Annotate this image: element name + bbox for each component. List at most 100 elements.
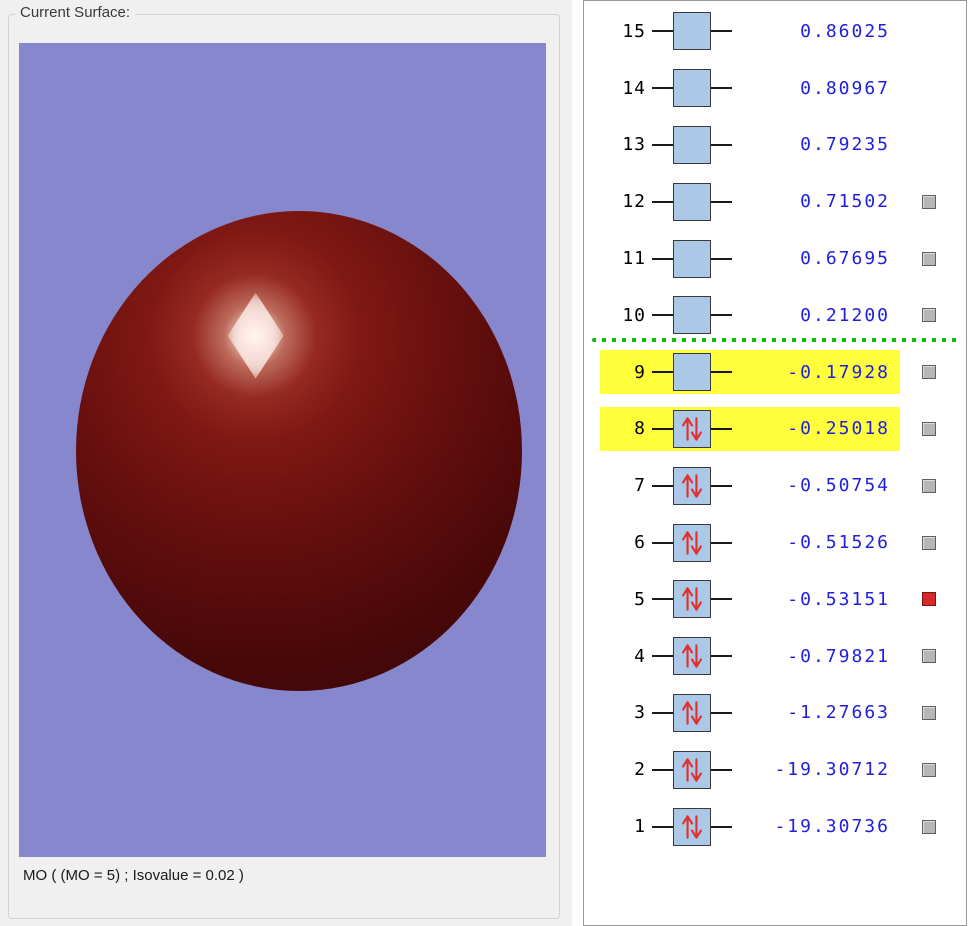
mo-index-label: 7 [634,475,646,497]
mo-checkbox-slot [922,24,936,38]
level-line-left [652,143,673,146]
level-line-right [711,87,732,90]
mo-energy-value: -0.53151 [787,588,890,610]
mo-select-checkbox[interactable] [922,365,936,380]
level-line-left [652,314,673,317]
mo-checkbox-slot [922,251,936,266]
mo-level-highlight-zone: 12 0.71502 [600,180,900,224]
mo-level-highlight-zone: 11 0.67695 [600,237,900,281]
mo-orbital-box[interactable] [673,807,711,846]
mo-level-row: 3 -1.27663 [584,685,966,742]
mo-orbital-box[interactable] [673,466,711,505]
level-line-right [711,655,732,658]
mo-level-highlight-zone: 9 -0.17928 [600,350,900,395]
electron-spin-up-down-arrows-icon [682,530,702,555]
mo-orbital-box[interactable] [673,693,711,732]
mo-select-checkbox[interactable] [922,308,936,323]
mo-select-checkbox[interactable] [922,194,936,209]
mo-checkbox-slot [922,138,936,152]
level-line-right [711,200,732,203]
mo-level-highlight-zone: 7 -0.50754 [600,464,900,508]
current-surface-groupbox: Current Surface: MO ( (MO = 5) ; Isovalu… [8,4,560,919]
mo-index-label: 2 [634,759,646,781]
mo-orbital-box[interactable] [673,12,711,51]
mo-checkbox-slot [922,705,936,720]
mo-checkbox-slot [922,81,936,95]
mo-orbital-box[interactable] [673,580,711,619]
mo-index-label: 15 [622,20,646,42]
level-line-left [652,598,673,601]
mo-orbital-box[interactable] [673,637,711,676]
mo-checkbox-slot [922,649,936,664]
level-line-left [652,87,673,90]
level-line-left [652,655,673,658]
level-line-left [652,484,673,487]
mo-select-checkbox[interactable] [922,535,936,550]
mo-select-checkbox[interactable] [922,251,936,266]
mo-orbital-box[interactable] [673,409,711,448]
level-line-left [652,825,673,828]
electron-spin-up-down-arrows-icon [682,701,702,725]
mo-select-checkbox[interactable] [922,762,936,777]
level-line-left [652,30,673,33]
mo-level-highlight-zone: 13 0.79235 [600,123,900,167]
mo-orbital-box[interactable] [673,69,711,108]
electron-spin-up-down-arrows-icon [682,814,702,839]
level-line-right [711,768,732,771]
mo-checkbox-slot [922,308,936,323]
level-line-right [711,541,732,544]
mo-orbital-box[interactable] [673,750,711,789]
mo-orbital-box[interactable] [673,125,711,164]
mo-energy-value: -1.27663 [787,702,890,724]
mo-index-label: 9 [634,361,646,383]
level-line-right [711,825,732,828]
mo-select-checkbox[interactable] [922,478,936,493]
mo-select-checkbox[interactable] [922,819,936,834]
level-line-right [711,427,732,430]
mo-energy-value: 0.71502 [800,191,890,213]
mo-level-highlight-zone: 6 -0.51526 [600,521,900,565]
surface-panel: Current Surface: MO ( (MO = 5) ; Isovalu… [0,0,572,926]
groupbox-label: Current Surface: [15,4,136,21]
mo-checkbox-slot [922,478,936,493]
mo-level-highlight-zone: 1 -19.30736 [600,805,900,849]
mo-select-checkbox[interactable] [922,592,936,607]
mo-select-checkbox[interactable] [922,705,936,720]
mo-index-label: 12 [622,191,646,213]
mo-select-checkbox[interactable] [922,649,936,664]
mo-index-label: 8 [634,418,646,440]
mo-checkbox-slot [922,762,936,777]
mo-level-row: 13 0.79235 [584,117,966,174]
electron-spin-up-down-arrows-icon [682,644,702,668]
level-line-left [652,257,673,260]
level-line-left [652,427,673,430]
mo-orbital-box[interactable] [673,182,711,221]
mo-checkbox-slot [922,194,936,209]
level-line-left [652,768,673,771]
mo-index-label: 4 [634,645,646,667]
mo-checkbox-slot [922,365,936,380]
mo-orbital-box[interactable] [673,353,711,392]
mo-select-checkbox[interactable] [922,421,936,436]
level-line-left [652,200,673,203]
mo-level-highlight-zone: 8 -0.25018 [600,406,900,451]
mo-level-row: 15 0.86025 [584,3,966,60]
mo-level-highlight-zone: 2 -19.30712 [600,748,900,792]
surface-caption: MO ( (MO = 5) ; Isovalue = 0.02 ) [23,867,244,884]
mo-level-row: 9 -0.17928 [584,344,966,401]
render-viewport[interactable] [19,43,546,857]
mo-index-label: 3 [634,702,646,724]
mo-index-label: 13 [622,134,646,156]
mo-isosurface-sphere [76,211,522,691]
mo-energy-value: -19.30736 [774,816,890,838]
level-line-right [711,314,732,317]
mo-level-highlight-zone: 4 -0.79821 [600,634,900,678]
mo-level-row: 6 -0.51526 [584,514,966,571]
mo-orbital-box[interactable] [673,523,711,562]
mo-orbital-box[interactable] [673,239,711,278]
mo-level-row: 14 0.80967 [584,60,966,117]
level-line-right [711,484,732,487]
mo-energy-value: -0.17928 [787,361,890,383]
mo-level-row: 1 -19.30736 [584,798,966,855]
mo-orbital-box[interactable] [673,296,711,335]
